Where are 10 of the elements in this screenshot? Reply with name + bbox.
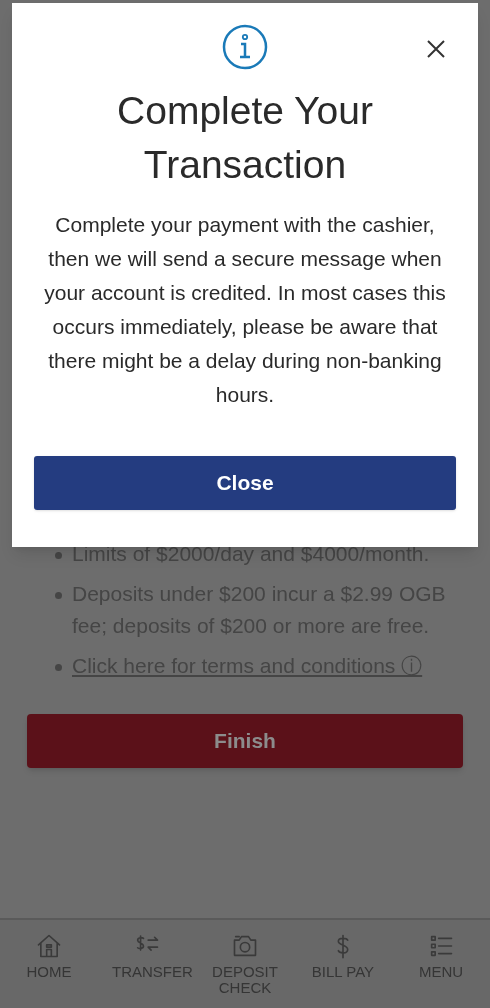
- bullet-icon: [55, 552, 62, 559]
- modal-title: Complete Your Transaction: [116, 88, 374, 188]
- finish-button[interactable]: Finish: [27, 714, 463, 768]
- bullet-icon: [55, 664, 62, 671]
- home-icon: [35, 932, 63, 960]
- bullet-icon: [55, 592, 62, 599]
- close-icon[interactable]: [426, 39, 446, 59]
- close-button[interactable]: Close: [34, 456, 456, 510]
- info-icon: [222, 24, 268, 70]
- modal-message: Complete your payment with the cashier, then we will send a secure message when your account is credited. In most cases this occurs immediately, please be aware that there might be a delay during non-banking hours.: [43, 212, 447, 408]
